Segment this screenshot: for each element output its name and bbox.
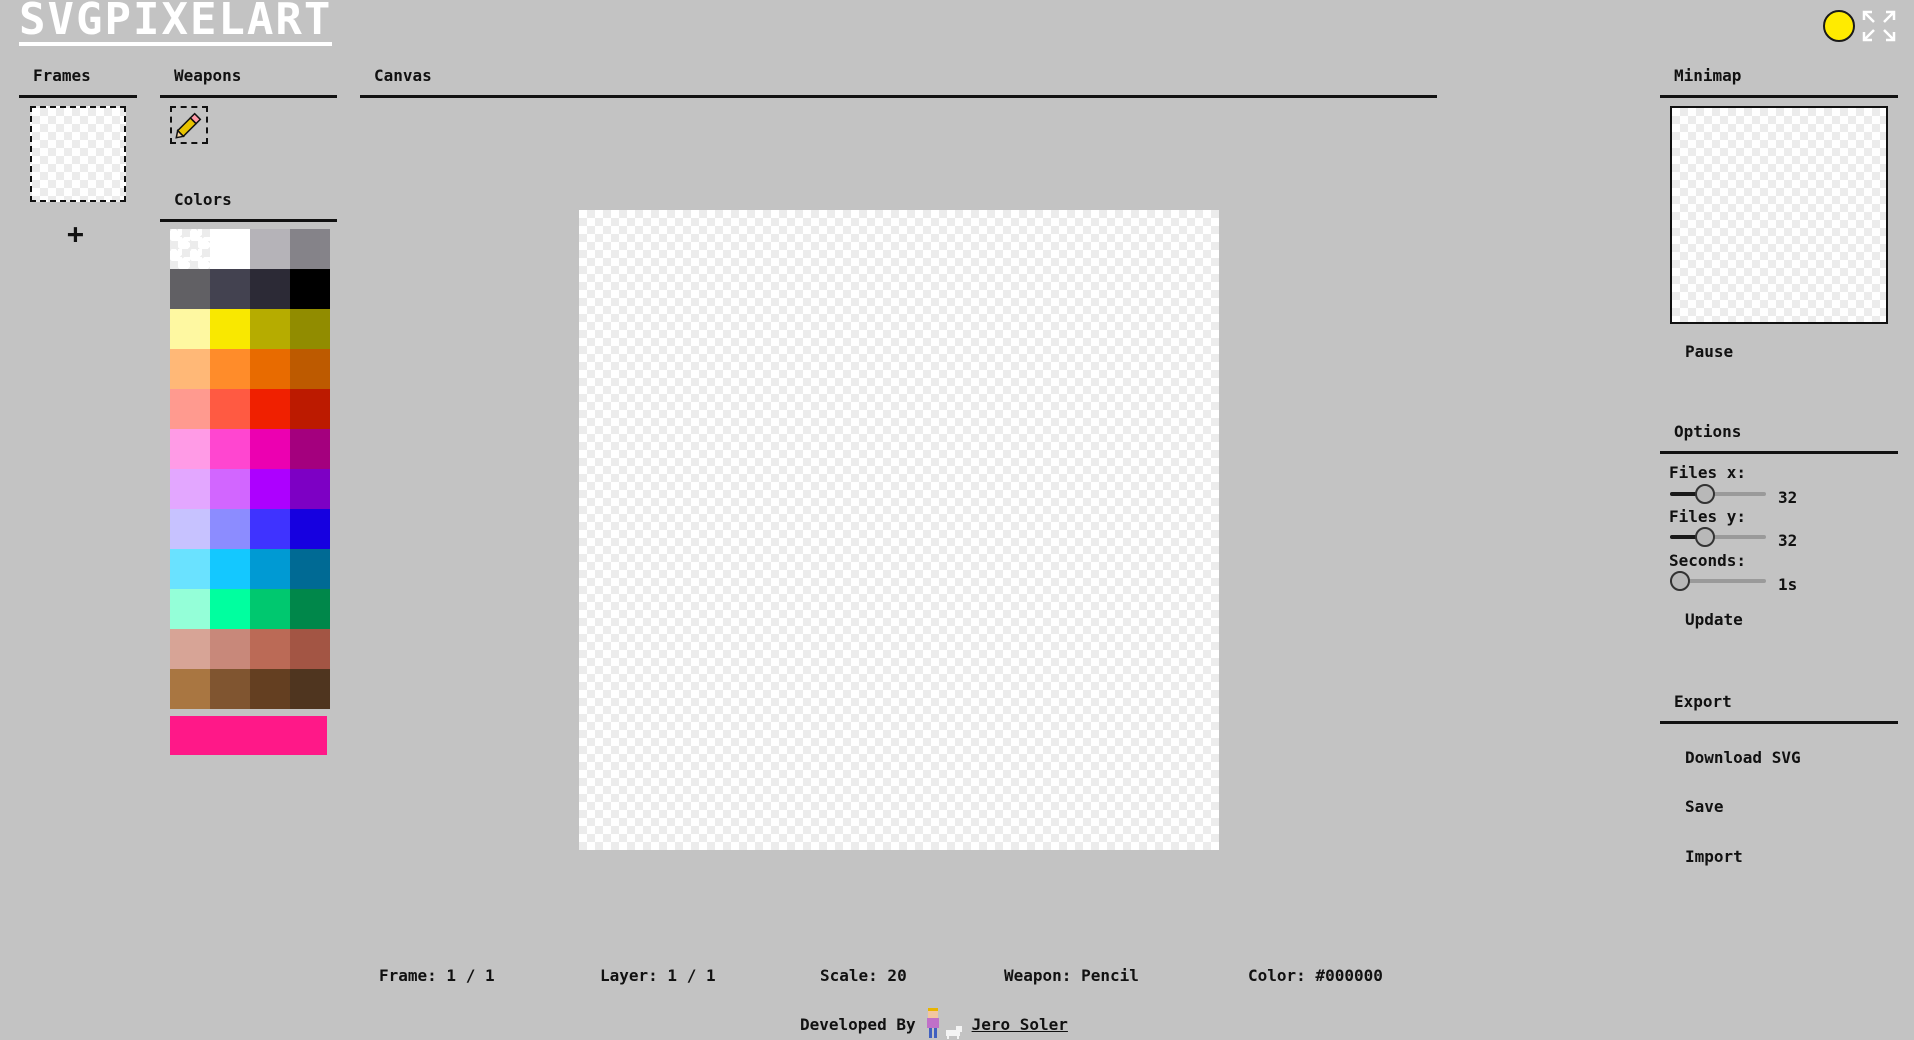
developed-by-text: Developed By: [800, 1014, 916, 1034]
color-swatch[interactable]: [290, 429, 330, 469]
color-swatch[interactable]: [170, 669, 210, 709]
seconds-label: Seconds:: [1669, 551, 1747, 570]
slider-thumb[interactable]: [1670, 571, 1690, 591]
update-button[interactable]: Update: [1685, 610, 1743, 629]
files-x-slider[interactable]: [1670, 484, 1766, 504]
status-scale: Scale: 20: [820, 966, 907, 985]
color-swatch[interactable]: [210, 669, 250, 709]
author-avatar-icon: [926, 1008, 962, 1039]
color-swatch[interactable]: [170, 309, 210, 349]
color-swatch[interactable]: [250, 469, 290, 509]
color-swatch[interactable]: [250, 229, 290, 269]
color-swatch[interactable]: [250, 549, 290, 589]
color-swatch[interactable]: [210, 389, 250, 429]
color-swatch[interactable]: [250, 669, 290, 709]
theme-toggle-sun-icon[interactable]: [1823, 10, 1855, 42]
color-swatch[interactable]: [210, 269, 250, 309]
status-frame: Frame: 1 / 1: [379, 966, 495, 985]
color-swatch[interactable]: [250, 349, 290, 389]
files-y-value: 32: [1778, 531, 1798, 550]
color-swatch[interactable]: [170, 469, 210, 509]
save-button[interactable]: Save: [1685, 797, 1724, 816]
color-swatch[interactable]: [170, 589, 210, 629]
add-frame-button[interactable]: +: [67, 220, 84, 248]
color-swatch[interactable]: [210, 589, 250, 629]
color-swatch[interactable]: [250, 629, 290, 669]
color-swatch[interactable]: [290, 229, 330, 269]
download-svg-button[interactable]: Download SVG: [1685, 748, 1801, 767]
color-palette: [170, 229, 330, 709]
color-swatch[interactable]: [250, 589, 290, 629]
pencil-icon: [175, 112, 202, 139]
options-header: Options: [1660, 422, 1898, 454]
fullscreen-icon[interactable]: [1862, 10, 1896, 42]
color-swatch[interactable]: [170, 349, 210, 389]
current-color-swatch[interactable]: [170, 716, 327, 755]
color-swatch[interactable]: [170, 629, 210, 669]
color-swatch[interactable]: [250, 309, 290, 349]
status-color: Color: #000000: [1248, 966, 1383, 985]
canvas-header: Canvas: [360, 66, 1437, 98]
color-swatch[interactable]: [250, 429, 290, 469]
color-swatch[interactable]: [170, 429, 210, 469]
color-swatch[interactable]: [290, 509, 330, 549]
frame-thumbnail[interactable]: [30, 106, 126, 202]
color-swatch[interactable]: [250, 269, 290, 309]
export-header: Export: [1660, 692, 1898, 724]
footer: Developed By Jero Soler: [800, 1008, 1068, 1040]
minimap-header: Minimap: [1660, 66, 1898, 98]
color-swatch[interactable]: [210, 469, 250, 509]
color-swatch[interactable]: [290, 669, 330, 709]
color-swatch[interactable]: [290, 549, 330, 589]
seconds-value: 1s: [1778, 575, 1798, 594]
frames-header: Frames: [19, 66, 137, 98]
color-swatch[interactable]: [210, 309, 250, 349]
color-swatch[interactable]: [210, 549, 250, 589]
color-swatch[interactable]: [210, 429, 250, 469]
seconds-slider[interactable]: [1670, 571, 1766, 591]
color-swatch[interactable]: [170, 269, 210, 309]
color-swatch[interactable]: [210, 509, 250, 549]
color-swatch[interactable]: [250, 389, 290, 429]
color-swatch[interactable]: [290, 469, 330, 509]
color-swatch[interactable]: [210, 629, 250, 669]
weapon-pencil[interactable]: [170, 106, 208, 144]
author-link[interactable]: Jero Soler: [972, 1015, 1068, 1034]
files-x-value: 32: [1778, 488, 1798, 507]
drawing-canvas[interactable]: [579, 210, 1219, 850]
minimap-preview: [1670, 106, 1888, 324]
color-swatch[interactable]: [290, 629, 330, 669]
slider-thumb[interactable]: [1695, 527, 1716, 547]
color-swatch[interactable]: [290, 389, 330, 429]
import-button[interactable]: Import: [1685, 847, 1743, 866]
weapons-header: Weapons: [160, 66, 337, 98]
color-swatch[interactable]: [250, 509, 290, 549]
files-y-slider[interactable]: [1670, 527, 1766, 547]
color-swatch[interactable]: [170, 549, 210, 589]
files-x-label: Files x:: [1669, 463, 1747, 482]
color-swatch[interactable]: [290, 269, 330, 309]
color-swatch[interactable]: [290, 309, 330, 349]
color-swatch[interactable]: [170, 229, 210, 269]
pause-button[interactable]: Pause: [1685, 342, 1733, 361]
color-swatch[interactable]: [290, 349, 330, 389]
color-swatch[interactable]: [210, 229, 250, 269]
slider-thumb[interactable]: [1695, 484, 1716, 504]
files-y-label: Files y:: [1669, 507, 1747, 526]
app-logo: SVGPIXELART: [19, 0, 333, 46]
color-swatch[interactable]: [170, 389, 210, 429]
color-swatch[interactable]: [210, 349, 250, 389]
status-weapon: Weapon: Pencil: [1004, 966, 1139, 985]
colors-header: Colors: [160, 190, 337, 222]
status-layer: Layer: 1 / 1: [600, 966, 716, 985]
color-swatch[interactable]: [170, 509, 210, 549]
color-swatch[interactable]: [290, 589, 330, 629]
